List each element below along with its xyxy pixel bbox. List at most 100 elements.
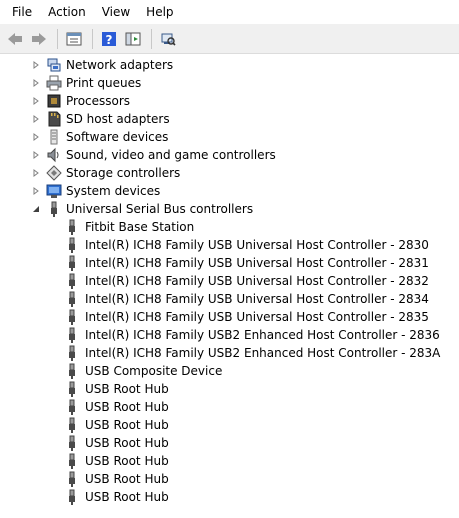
expand-arrow-icon[interactable] — [31, 146, 41, 164]
expand-arrow-icon[interactable] — [31, 182, 41, 200]
toolbar: ? — [0, 24, 459, 54]
tree-item-processors[interactable]: Processors — [0, 92, 459, 110]
expand-arrow-icon[interactable] — [31, 56, 41, 74]
tree-item-network-adapters[interactable]: Network adapters — [0, 56, 459, 74]
back-arrow-icon — [8, 32, 22, 45]
usb-device-icon — [64, 273, 80, 289]
menu-file[interactable]: File — [0, 0, 40, 24]
usb-device-icon — [64, 381, 80, 397]
tree-item-label: Print queues — [66, 76, 142, 90]
usb-device-label: USB Composite Device — [85, 364, 223, 378]
usb-device-item[interactable]: Intel(R) ICH8 Family USB2 Enhanced Host … — [0, 326, 459, 344]
help-icon: ? — [102, 31, 116, 47]
tree-item-sound-video-game-controllers[interactable]: Sound, video and game controllers — [0, 146, 459, 164]
usb-device-label: USB Root Hub — [85, 454, 169, 468]
expand-arrow-icon[interactable] — [31, 128, 41, 146]
menu-view[interactable]: View — [94, 0, 138, 24]
usb-device-icon — [64, 345, 80, 361]
sd-card-icon — [46, 111, 62, 127]
tree-item-label: Storage controllers — [66, 166, 181, 180]
usb-device-item[interactable]: Intel(R) ICH8 Family USB Universal Host … — [0, 254, 459, 272]
help-button[interactable]: ? — [98, 28, 120, 50]
tree-item-label: Software devices — [66, 130, 169, 144]
usb-device-item[interactable]: USB Composite Device — [0, 362, 459, 380]
menu-help[interactable]: Help — [138, 0, 181, 24]
menu-action[interactable]: Action — [40, 0, 94, 24]
usb-device-label: Intel(R) ICH8 Family USB Universal Host … — [85, 292, 429, 306]
usb-device-label: Intel(R) ICH8 Family USB Universal Host … — [85, 256, 429, 270]
usb-device-item[interactable]: USB Root Hub — [0, 434, 459, 452]
usb-device-label: Intel(R) ICH8 Family USB Universal Host … — [85, 310, 429, 324]
storage-controller-icon — [46, 165, 62, 181]
usb-device-item[interactable]: USB Root Hub — [0, 380, 459, 398]
usb-device-item[interactable]: Intel(R) ICH8 Family USB Universal Host … — [0, 308, 459, 326]
console-tree-icon — [125, 32, 141, 45]
usb-device-icon — [64, 435, 80, 451]
back-button[interactable] — [4, 28, 26, 50]
tree-item-print-queues[interactable]: Print queues — [0, 74, 459, 92]
usb-device-item[interactable]: Intel(R) ICH8 Family USB Universal Host … — [0, 272, 459, 290]
usb-device-label: USB Root Hub — [85, 436, 169, 450]
menu-bar: File Action View Help — [0, 0, 459, 24]
usb-device-item[interactable]: Intel(R) ICH8 Family USB Universal Host … — [0, 290, 459, 308]
usb-device-item[interactable]: USB Root Hub — [0, 488, 459, 506]
usb-device-icon — [64, 237, 80, 253]
tree-item-label: Universal Serial Bus controllers — [66, 202, 254, 216]
forward-arrow-icon — [32, 32, 46, 45]
tree-item-label: Sound, video and game controllers — [66, 148, 276, 162]
usb-device-icon — [64, 219, 80, 235]
usb-device-item[interactable]: Intel(R) ICH8 Family USB Universal Host … — [0, 236, 459, 254]
device-tree: Network adapters Print queues Processors — [0, 55, 459, 518]
usb-device-label: Intel(R) ICH8 Family USB Universal Host … — [85, 238, 429, 252]
scan-hardware-button[interactable] — [157, 28, 179, 50]
computer-icon — [46, 183, 62, 199]
usb-device-label: Intel(R) ICH8 Family USB2 Enhanced Host … — [85, 346, 441, 360]
usb-device-item[interactable]: Intel(R) ICH8 Family USB2 Enhanced Host … — [0, 344, 459, 362]
usb-device-item[interactable]: USB Root Hub — [0, 398, 459, 416]
tree-item-sd-host-adapters[interactable]: SD host adapters — [0, 110, 459, 128]
expand-arrow-icon[interactable] — [31, 110, 41, 128]
usb-device-icon — [64, 399, 80, 415]
tree-item-storage-controllers[interactable]: Storage controllers — [0, 164, 459, 182]
toolbar-separator — [151, 28, 152, 49]
toolbar-separator — [57, 28, 58, 49]
collapse-arrow-icon[interactable] — [31, 200, 41, 218]
usb-device-item[interactable]: Fitbit Base Station — [0, 218, 459, 236]
tree-item-label: Network adapters — [66, 58, 174, 72]
scan-hardware-icon — [161, 33, 176, 46]
properties-icon — [66, 32, 82, 45]
usb-device-icon — [64, 363, 80, 379]
toolbar-separator — [92, 28, 93, 49]
expand-arrow-icon[interactable] — [31, 164, 41, 182]
usb-device-label: Intel(R) ICH8 Family USB2 Enhanced Host … — [85, 328, 440, 342]
printer-icon — [46, 75, 62, 91]
usb-device-icon — [64, 453, 80, 469]
properties-button[interactable] — [63, 28, 85, 50]
usb-device-icon — [64, 489, 80, 505]
usb-device-icon — [64, 417, 80, 433]
usb-device-item[interactable]: USB Root Hub — [0, 452, 459, 470]
usb-device-label: USB Root Hub — [85, 472, 169, 486]
software-device-icon — [46, 129, 62, 145]
usb-device-label: USB Root Hub — [85, 382, 169, 396]
svg-text:?: ? — [106, 33, 113, 47]
usb-device-icon — [64, 327, 80, 343]
usb-device-label: Intel(R) ICH8 Family USB Universal Host … — [85, 274, 429, 288]
tree-item-system-devices[interactable]: System devices — [0, 182, 459, 200]
usb-device-item[interactable]: USB Root Hub — [0, 470, 459, 488]
usb-device-label: Fitbit Base Station — [85, 220, 195, 234]
usb-icon — [46, 201, 62, 217]
tree-item-usb-controllers[interactable]: Universal Serial Bus controllers — [0, 200, 459, 218]
tree-item-label: SD host adapters — [66, 112, 170, 126]
tree-item-software-devices[interactable]: Software devices — [0, 128, 459, 146]
usb-device-item[interactable]: USB Root Hub — [0, 416, 459, 434]
forward-button[interactable] — [28, 28, 50, 50]
console-tree-button[interactable] — [122, 28, 144, 50]
usb-device-label: USB Root Hub — [85, 490, 169, 504]
usb-device-icon — [64, 471, 80, 487]
tree-item-label: Processors — [66, 94, 131, 108]
speaker-icon — [46, 147, 62, 163]
expand-arrow-icon[interactable] — [31, 92, 41, 110]
usb-device-icon — [64, 255, 80, 271]
expand-arrow-icon[interactable] — [31, 74, 41, 92]
